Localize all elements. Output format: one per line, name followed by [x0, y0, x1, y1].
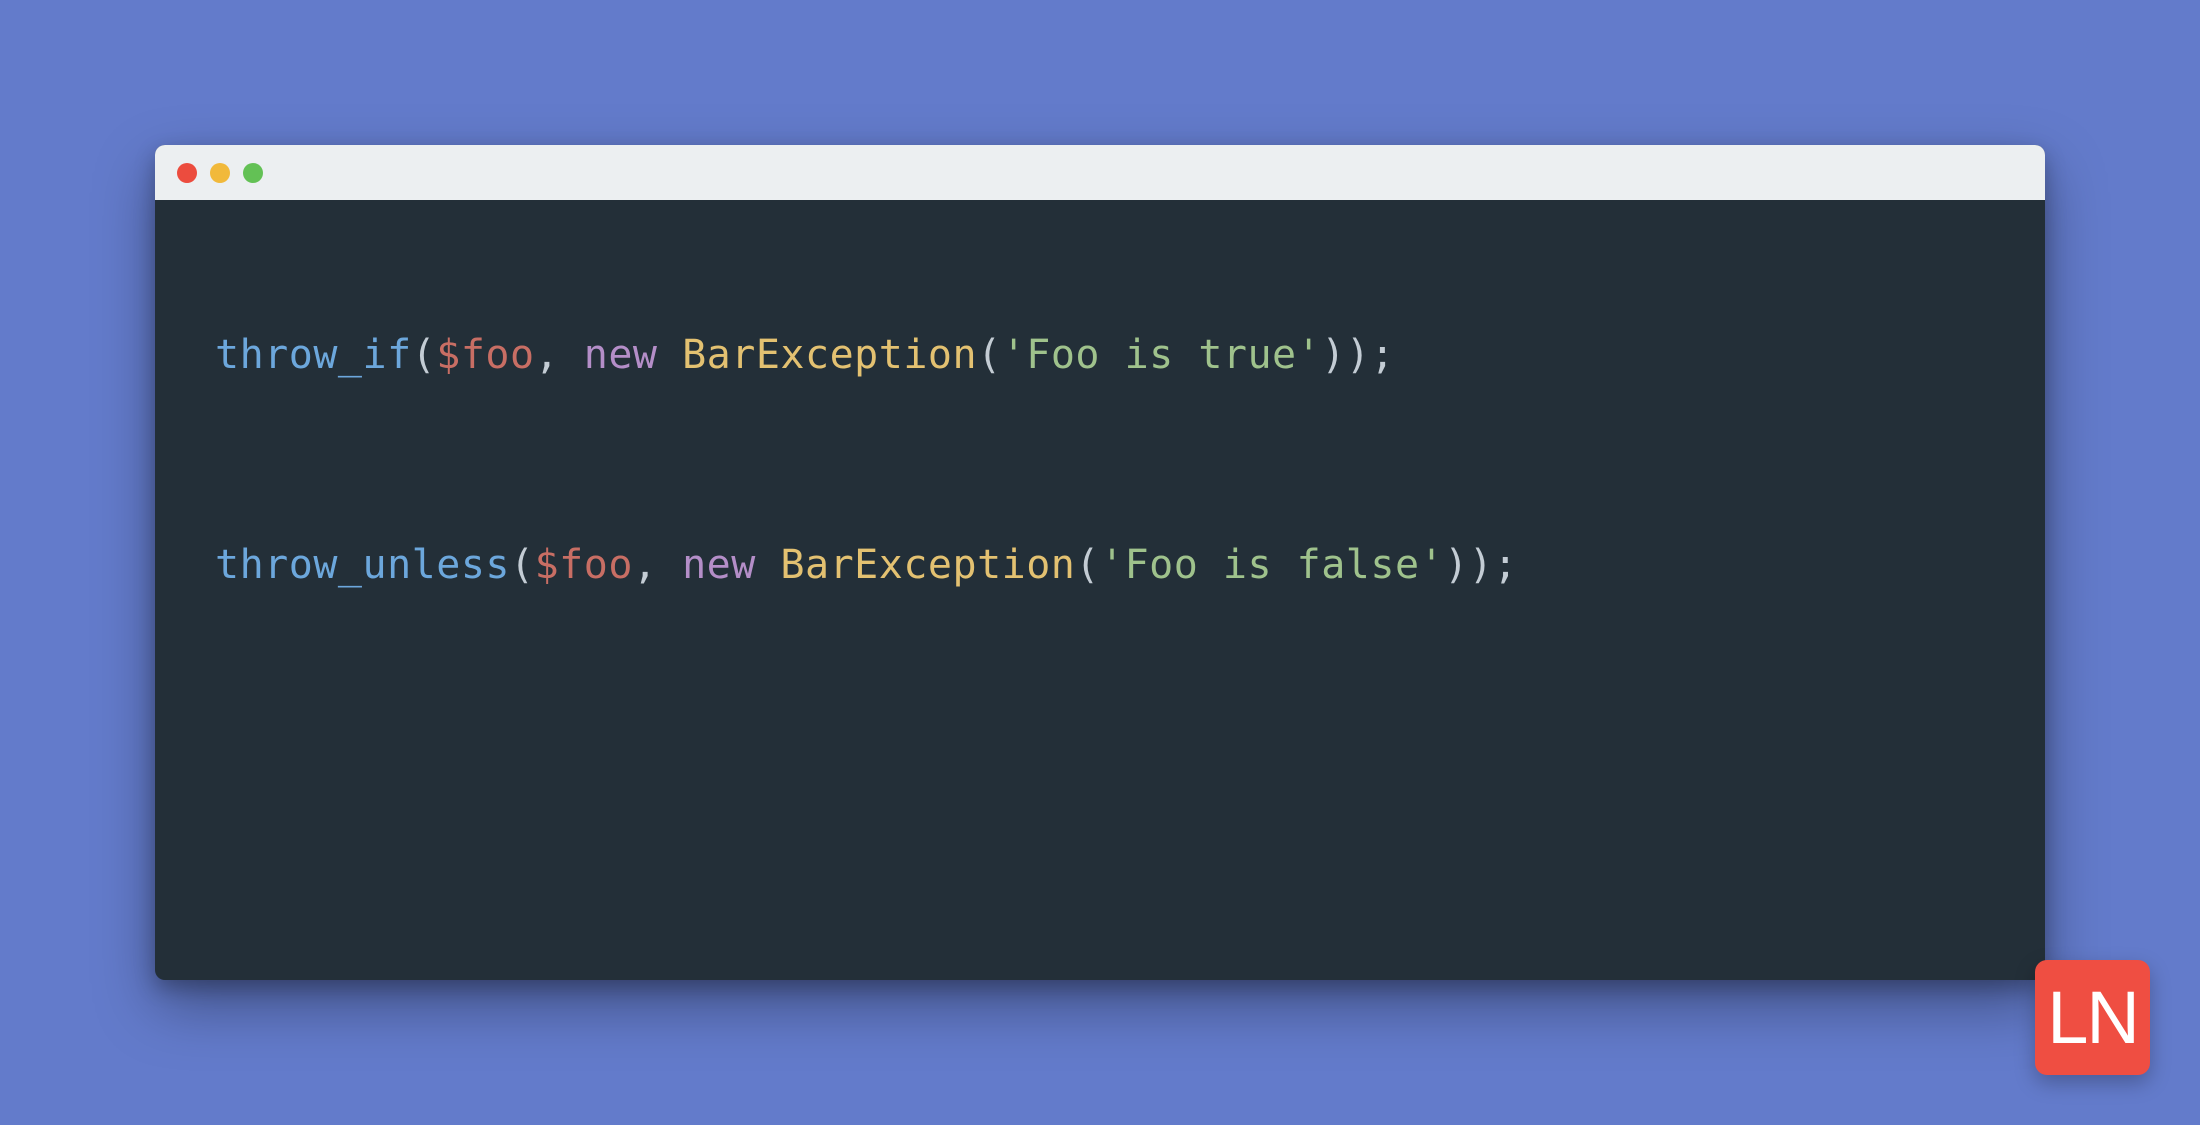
token-class: BarException: [780, 542, 1075, 588]
token-variable: $foo: [436, 332, 534, 378]
traffic-light-zoom-icon[interactable]: [243, 163, 263, 183]
traffic-light-minimize-icon[interactable]: [210, 163, 230, 183]
token-keyword: new: [682, 542, 780, 588]
token-punct: (: [510, 542, 535, 588]
token-punct: (: [1075, 542, 1100, 588]
brand-logo: LN: [2035, 960, 2150, 1075]
token-string: 'Foo is false': [1100, 542, 1444, 588]
code-line-1: throw_if($foo, new BarException('Foo is …: [215, 330, 1985, 380]
token-class: BarException: [682, 332, 977, 378]
window-titlebar: [155, 145, 2045, 200]
token-punct: ));: [1321, 332, 1395, 378]
token-keyword: new: [584, 332, 682, 378]
token-punct: ,: [535, 332, 584, 378]
code-area: throw_if($foo, new BarException('Foo is …: [155, 200, 2045, 650]
token-punct: (: [412, 332, 437, 378]
code-line-2: throw_unless($foo, new BarException('Foo…: [215, 540, 1985, 590]
token-punct: ,: [633, 542, 682, 588]
token-function: throw_if: [215, 332, 412, 378]
code-window: throw_if($foo, new BarException('Foo is …: [155, 145, 2045, 980]
brand-logo-text: LN: [2047, 981, 2138, 1055]
token-punct: (: [977, 332, 1002, 378]
traffic-light-close-icon[interactable]: [177, 163, 197, 183]
token-variable: $foo: [535, 542, 633, 588]
token-function: throw_unless: [215, 542, 510, 588]
token-string: 'Foo is true': [1002, 332, 1322, 378]
token-punct: ));: [1444, 542, 1518, 588]
